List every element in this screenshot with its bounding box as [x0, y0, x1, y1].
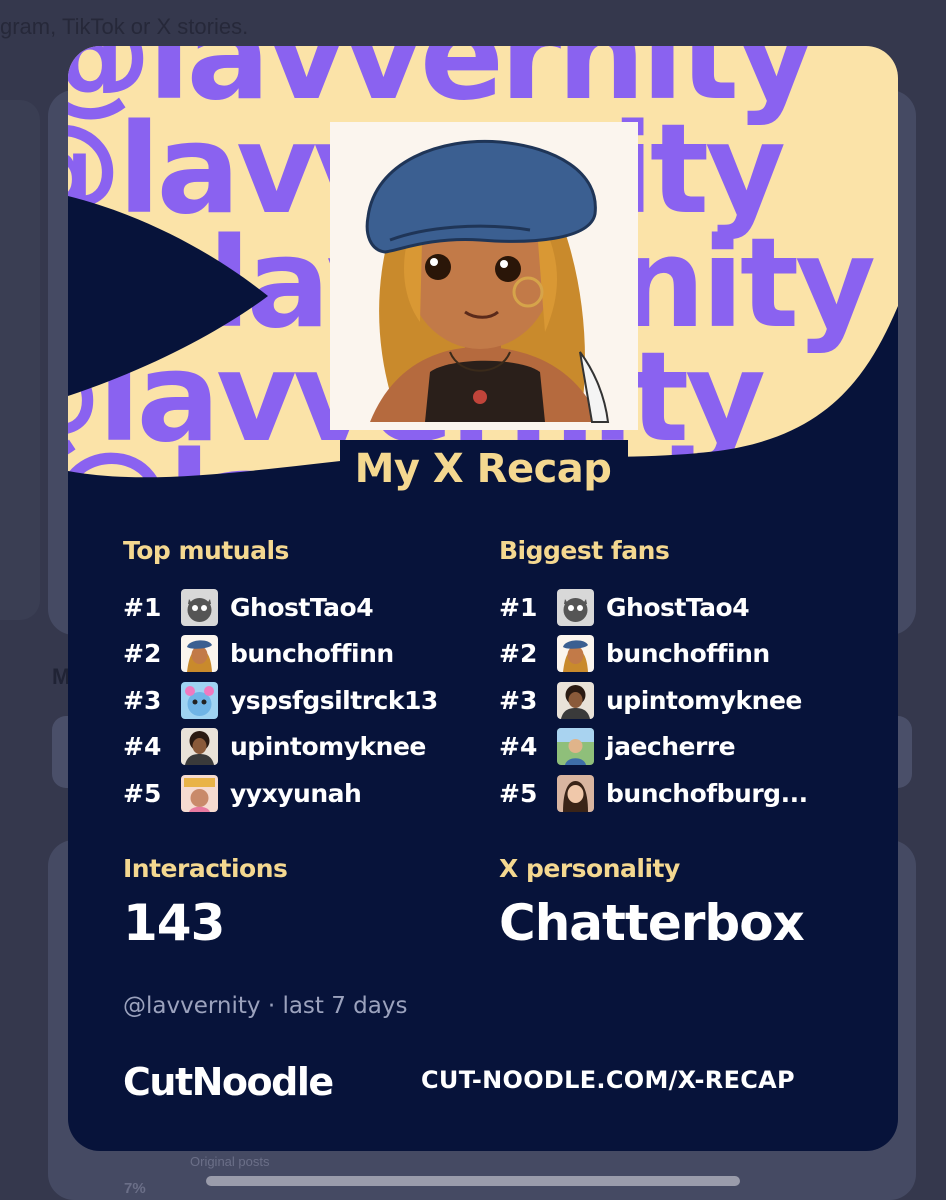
recap-card: @lavvernity @lavvernity @lavvernity @lav… [68, 46, 898, 1151]
personality-value: Chatterbox [499, 894, 805, 952]
username: upintomyknee [230, 732, 426, 762]
list-item: #5 yyxyunah [123, 770, 453, 817]
list-item: #3 upintomyknee [499, 677, 829, 724]
rank-label: #2 [499, 639, 538, 669]
curly-hair-avatar-icon [181, 728, 218, 766]
rank-label: #3 [123, 685, 162, 715]
portrait-photo-avatar-icon [557, 774, 594, 812]
list-item: #2 bunchoffinn [123, 631, 453, 678]
rank-label: #3 [499, 685, 538, 715]
blue-creature-avatar-icon [181, 681, 218, 719]
rank-label: #5 [499, 778, 538, 808]
gray-cat-avatar-icon [557, 588, 594, 626]
curly-hair-avatar-icon [557, 681, 594, 719]
background-percent: 7% [124, 1180, 146, 1197]
rank-label: #4 [499, 732, 538, 762]
rank-label: #2 [123, 639, 162, 669]
list-item: #4 upintomyknee [123, 724, 453, 771]
list-item: #1 GhostTao4 [499, 584, 829, 631]
biggest-fans-heading: Biggest fans [499, 536, 670, 565]
biggest-fans-section: Biggest fans #1 GhostTao4 #2 bunchoffinn… [499, 536, 829, 817]
handle-period-line: @lavvernity · last 7 days [123, 993, 408, 1019]
sticker-avatar-icon [181, 774, 218, 812]
anime-girl-avatar-icon [181, 635, 218, 673]
rank-label: #4 [123, 732, 162, 762]
interactions-value: 143 [123, 894, 225, 952]
username: jaecherre [606, 732, 736, 762]
username: yspsfgsiltrck13 [230, 685, 438, 715]
background-caption: gram, TikTok or X stories. [0, 14, 249, 39]
anime-girl-avatar-icon [557, 635, 594, 673]
list-item: #3 yspsfgsiltrck13 [123, 677, 453, 724]
list-item: #1 GhostTao4 [123, 584, 453, 631]
brand-logo: CutNoodle [123, 1060, 334, 1104]
rank-label: #1 [499, 592, 538, 622]
home-indicator[interactable] [206, 1176, 740, 1186]
outdoor-photo-avatar-icon [557, 728, 594, 766]
username: GhostTao4 [230, 592, 374, 622]
username: bunchofburg... [606, 778, 808, 808]
list-item: #4 jaecherre [499, 724, 829, 771]
rank-label: #1 [123, 592, 162, 622]
personality-label: X personality [499, 854, 680, 883]
top-mutuals-section: Top mutuals #1 GhostTao4 #2 bunchoffinn … [123, 536, 453, 817]
recap-title: My X Recap [354, 446, 612, 492]
background-original-posts-label: Original posts [190, 1154, 270, 1169]
interactions-label: Interactions [123, 854, 288, 883]
list-item: #5 bunchofburg... [499, 770, 829, 817]
gray-cat-avatar-icon [181, 588, 218, 626]
list-item: #2 bunchoffinn [499, 631, 829, 678]
username: bunchoffinn [606, 639, 770, 669]
background-side-panel [0, 100, 40, 620]
username: upintomyknee [606, 685, 802, 715]
username: yyxyunah [230, 778, 362, 808]
profile-avatar [330, 122, 638, 430]
rank-label: #5 [123, 778, 162, 808]
username: bunchoffinn [230, 639, 394, 669]
top-mutuals-heading: Top mutuals [123, 536, 289, 565]
username: GhostTao4 [606, 592, 750, 622]
recap-url: CUT-NOODLE.COM/X-RECAP [421, 1066, 795, 1094]
